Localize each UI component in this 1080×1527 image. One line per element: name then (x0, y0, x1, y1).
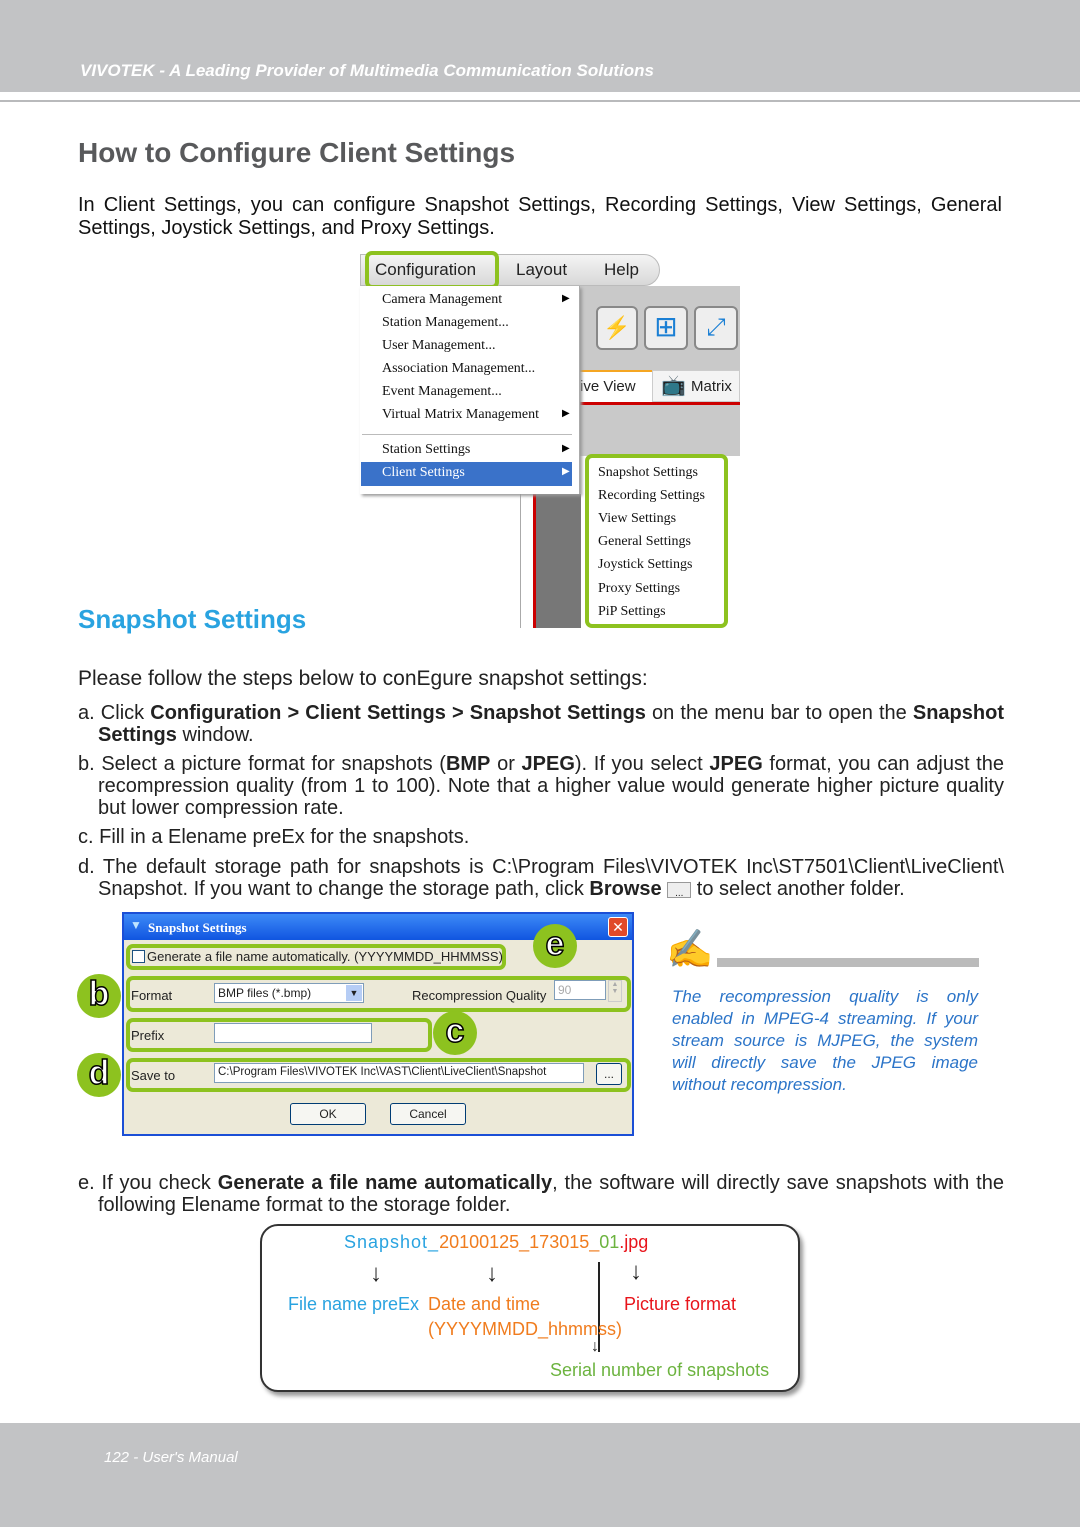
panel-edge (520, 494, 581, 628)
live-icon: ⚡ (596, 306, 638, 350)
format-label: Format (131, 988, 173, 1003)
label-serial: Serial number of snapshots (550, 1360, 770, 1380)
page-number: 122 - User's Manual (104, 1449, 238, 1466)
menu-layout[interactable]: Layout (516, 260, 567, 280)
auto-name-label: Generate a file name automatically. (YYY… (147, 949, 503, 964)
auto-name-checkbox[interactable] (132, 950, 145, 963)
menu-item-client-settings[interactable]: Client Settings ▶ (361, 462, 572, 486)
fullscreen-icon: ⤢ (694, 306, 738, 350)
header-divider (0, 100, 1080, 102)
highlight-submenu (585, 454, 728, 628)
cancel-button[interactable]: Cancel (390, 1103, 466, 1125)
browse-icon: ... (667, 881, 692, 899)
step-b: b. Select a picture format for snapshots… (78, 753, 1004, 819)
client-settings-label: Client Settings (382, 465, 465, 480)
saveto-input[interactable]: C:\Program Files\VIVOTEK Inc\VAST\Client… (214, 1063, 584, 1083)
arrow-down-icon: ↓ (486, 1260, 498, 1287)
note-icon: ✍ (666, 929, 714, 971)
menu-item-station-management[interactable]: Station Management... (382, 315, 509, 331)
format-select[interactable]: BMP files (*.bmp) ▼ (214, 983, 364, 1003)
tab-underline (580, 402, 740, 405)
note-text: The recompression quality is only enable… (672, 987, 978, 1094)
menu-help[interactable]: Help (604, 260, 639, 280)
menu-item-station-settings[interactable]: Station Settings (382, 442, 470, 458)
arrow-down-icon: ↓ (370, 1260, 382, 1287)
callout-d: d (77, 1053, 121, 1097)
page-title: How to Configure Client Settings (78, 137, 516, 168)
label-format: Picture format (624, 1294, 737, 1314)
filename-example: Snapshot_20100125_173015_01.jpg (344, 1232, 649, 1252)
menu-item-event-management[interactable]: Event Management... (382, 384, 502, 400)
filename-format-diagram: Snapshot_20100125_173015_01.jpg ↓ ↓ ↓ ↓ … (260, 1224, 800, 1392)
step-d: d. The default storage path for snapshot… (78, 856, 1004, 900)
intro-paragraph: In Client Settings, you can configure Sn… (78, 194, 1002, 239)
step-a: a. Click Configuration > Client Settings… (78, 702, 1004, 746)
label-datetime: Date and time (428, 1294, 541, 1314)
app-icon: ▼ (130, 918, 142, 932)
label-datetime-format: (YYYYMMDD_hhmmss) (428, 1319, 623, 1339)
note-bar (717, 958, 979, 967)
quality-input[interactable]: 90 (554, 980, 606, 1000)
page-header: VIVOTEK - A Leading Provider of Multimed… (0, 0, 1080, 92)
menu-screenshot: ⚡ ⊞ ⤢ ive View 📺 Matrix Configuration Lay… (360, 251, 740, 629)
ok-button[interactable]: OK (290, 1103, 366, 1125)
tab-live-view: ive View (580, 370, 652, 402)
menu-item-virtual-matrix-management[interactable]: Virtual Matrix Management (382, 407, 539, 423)
quality-stepper[interactable]: ▲ ▼ (608, 980, 622, 1002)
menu-item-user-management[interactable]: User Management... (382, 338, 496, 354)
step-c: c. Fill in a Elename preEx for the snaps… (78, 826, 470, 848)
configuration-dropdown: Camera Management ▶ Station Management...… (360, 286, 580, 494)
prefix-input[interactable] (214, 1023, 372, 1043)
chevron-down-icon: ▼ (346, 985, 362, 1001)
tab-matrix: 📺 Matrix (652, 370, 740, 402)
menu-item-camera-management[interactable]: Camera Management (382, 292, 502, 308)
arrow-down-icon: ↓ (591, 1338, 599, 1355)
page-footer: 122 - User's Manual (0, 1423, 1080, 1527)
callout-c: c (433, 1011, 477, 1055)
layout-grid-icon: ⊞ (644, 306, 688, 350)
tv-icon: 📺 (661, 375, 686, 397)
saveto-label: Save to (131, 1068, 176, 1083)
menu-item-association-management[interactable]: Association Management... (382, 361, 535, 377)
quality-label: Recompression Quality (412, 988, 547, 1003)
callout-b: b (77, 974, 121, 1018)
arrow-down-icon: ↓ (630, 1258, 642, 1285)
close-button[interactable]: ✕ (608, 917, 628, 937)
label-prefix: File name preEx (288, 1294, 420, 1314)
step-e: e. If you check Generate a file name aut… (78, 1172, 1004, 1216)
steps-lead: Please follow the steps below to conEgur… (78, 667, 648, 690)
header-tagline: VIVOTEK - A Leading Provider of Multimed… (80, 61, 654, 80)
section-heading: Snapshot Settings (78, 604, 307, 634)
browse-button[interactable]: ... (596, 1063, 622, 1085)
menu-separator (362, 434, 572, 435)
prefix-label: Prefix (131, 1028, 165, 1043)
toolbar-area: ⚡ ⊞ ⤢ ive View 📺 Matrix (580, 286, 740, 456)
highlight-configuration (365, 251, 499, 289)
tab-matrix-label: Matrix (691, 378, 732, 395)
callout-e: e (533, 924, 577, 968)
